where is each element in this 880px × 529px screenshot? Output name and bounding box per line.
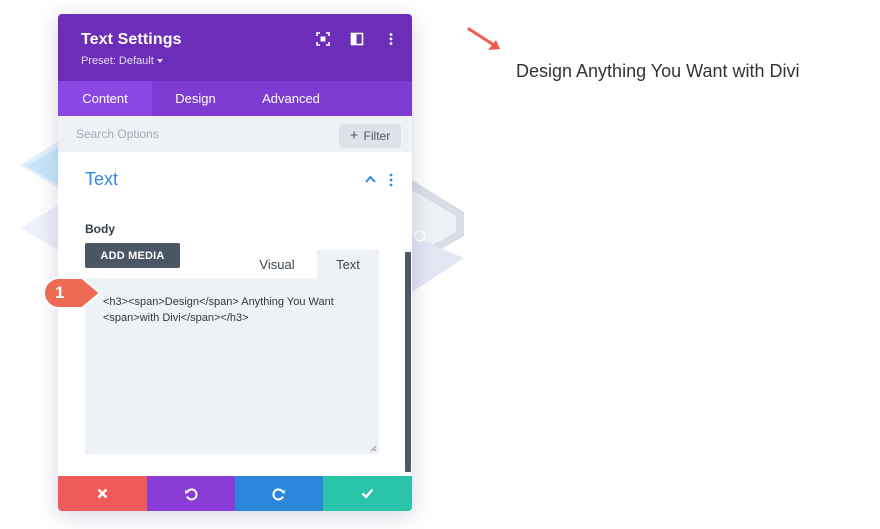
preset-label: Preset: Default (81, 55, 154, 67)
body-label: Body (85, 222, 115, 236)
undo-icon (185, 487, 198, 500)
more-vertical-icon[interactable] (384, 32, 398, 46)
scrollbar[interactable] (405, 252, 411, 472)
save-button[interactable] (323, 476, 412, 511)
callout-badge (43, 277, 102, 309)
callout-number: 1 (55, 283, 65, 302)
search-options-input[interactable] (76, 125, 276, 143)
section-more-icon[interactable] (389, 173, 393, 187)
modal-title: Text Settings (81, 31, 182, 48)
tab-advanced[interactable]: Advanced (239, 81, 343, 116)
redo-icon (272, 487, 285, 500)
preset-selector[interactable]: Preset: Default (81, 55, 163, 67)
modal-header: Text Settings Preset: Default (58, 14, 412, 81)
editor-line: <span>with Divi</span></h3> (103, 312, 249, 324)
filter-button[interactable]: + Filter (339, 124, 401, 148)
undo-button[interactable] (147, 476, 235, 511)
filter-label: Filter (363, 129, 391, 143)
arrow-pointer-icon (467, 27, 500, 50)
redo-button[interactable] (235, 476, 323, 511)
caret-down-icon (156, 59, 163, 63)
tab-design[interactable]: Design (152, 81, 239, 116)
expand-icon[interactable] (316, 32, 330, 46)
cancel-button[interactable] (58, 476, 147, 511)
tab-content[interactable]: Content (58, 81, 152, 116)
editor-tab-text[interactable]: Text (317, 250, 379, 278)
check-icon (361, 488, 374, 499)
settings-content: Text Body ADD MEDIA Visual Text <h3><spa… (58, 152, 412, 476)
resize-handle-icon[interactable] (370, 445, 377, 452)
editor-tab-visual[interactable]: Visual (239, 250, 315, 278)
search-bar: + Filter (58, 116, 412, 152)
columns-icon[interactable] (350, 32, 364, 46)
chevron-up-icon[interactable] (365, 175, 376, 183)
text-settings-modal: Text Settings Preset: Default Content De… (58, 14, 412, 511)
body-text-editor[interactable]: <h3><span>Design</span> Anything You Wan… (85, 278, 379, 454)
settings-tabs: Content Design Advanced (58, 81, 412, 116)
close-icon (97, 488, 108, 499)
section-title-text[interactable]: Text (85, 169, 118, 190)
add-media-button[interactable]: ADD MEDIA (85, 243, 180, 268)
editor-line: <h3><span>Design</span> Anything You Wan… (103, 296, 334, 308)
preview-heading: Design Anything You Want with Divi (516, 61, 800, 81)
modal-footer (58, 476, 412, 511)
plus-icon: + (349, 127, 359, 144)
